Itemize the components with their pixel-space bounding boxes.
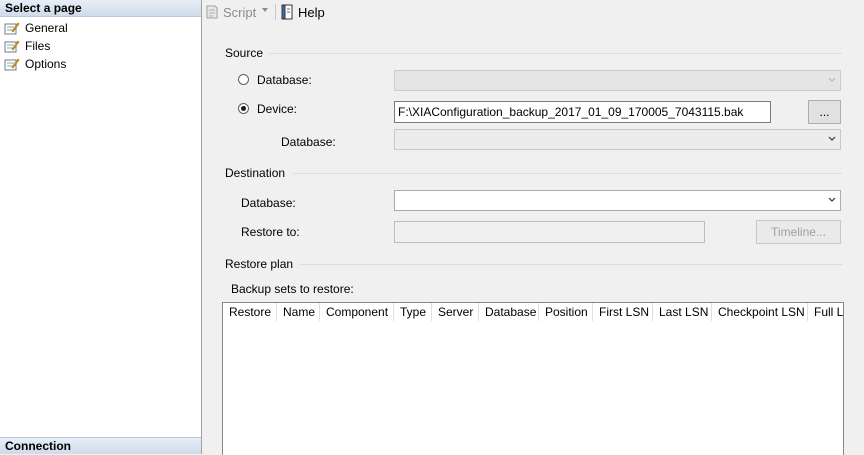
help-label: Help <box>298 4 325 20</box>
page-settings-icon <box>4 40 20 54</box>
script-button[interactable]: Script <box>204 3 256 21</box>
source-device-radio[interactable] <box>238 103 249 114</box>
help-icon <box>279 4 295 20</box>
toolbar: Script Help <box>202 0 864 25</box>
column-header-last-lsn[interactable]: Last LSN <box>653 303 712 321</box>
column-header-component[interactable]: Component <box>320 303 394 321</box>
restore-plan-group-line <box>297 264 842 265</box>
connection-header: Connection <box>0 437 201 454</box>
nav-item-general[interactable]: General <box>4 20 68 37</box>
source-group-title: Source <box>225 46 270 60</box>
chevron-down-icon <box>828 77 836 82</box>
page-selector-pane: Select a page General Files Options Conn… <box>0 0 202 454</box>
device-path-input[interactable]: F:\XIAConfiguration_backup_2017_01_09_17… <box>394 101 771 123</box>
column-header-restore[interactable]: Restore <box>223 303 277 321</box>
source-database-select[interactable] <box>394 129 841 150</box>
source-group-line <box>263 53 842 54</box>
column-header-server[interactable]: Server <box>432 303 479 321</box>
destination-group-line <box>293 173 842 174</box>
column-header-type[interactable]: Type <box>394 303 432 321</box>
column-header-name[interactable]: Name <box>277 303 320 321</box>
restore-to-label: Restore to: <box>241 225 300 239</box>
backup-sets-label: Backup sets to restore: <box>231 282 354 296</box>
source-database-combo <box>394 70 841 91</box>
source-database-radio[interactable] <box>238 74 249 85</box>
source-database-label: Database: <box>281 135 336 149</box>
script-icon <box>204 4 220 20</box>
backup-sets-grid[interactable]: Restore Name Component Type Server Datab… <box>222 302 844 455</box>
restore-database-content: Source Database: Device: F:\XIAConfigura… <box>203 25 864 455</box>
script-dropdown-arrow-icon[interactable] <box>262 8 268 12</box>
select-page-header: Select a page <box>0 0 201 17</box>
column-header-database[interactable]: Database <box>479 303 539 321</box>
column-header-first-lsn[interactable]: First LSN <box>593 303 653 321</box>
restore-to-input <box>394 221 705 243</box>
page-settings-icon <box>4 58 20 72</box>
chevron-down-icon <box>828 197 836 202</box>
chevron-down-icon <box>828 136 836 141</box>
destination-group-title: Destination <box>225 166 292 180</box>
nav-item-label: Files <box>25 39 51 53</box>
column-header-checkpoint-lsn[interactable]: Checkpoint LSN <box>712 303 808 321</box>
destination-database-label: Database: <box>241 196 296 210</box>
column-header-position[interactable]: Position <box>539 303 593 321</box>
page-settings-icon <box>4 22 20 36</box>
source-device-radio-label: Device: <box>257 102 298 116</box>
help-button[interactable]: Help <box>279 3 325 21</box>
nav-item-options[interactable]: Options <box>4 56 66 73</box>
column-header-full-lsn[interactable]: Full LSN <box>808 303 843 321</box>
restore-plan-group-title: Restore plan <box>225 257 300 271</box>
script-label: Script <box>223 4 257 20</box>
toolbar-divider <box>275 4 276 20</box>
source-database-radio-label: Database: <box>257 73 312 87</box>
destination-database-select[interactable] <box>394 190 841 211</box>
nav-item-files[interactable]: Files <box>4 38 50 55</box>
browse-device-button[interactable]: ... <box>808 100 841 124</box>
timeline-button: Timeline... <box>756 220 841 244</box>
nav-item-label: Options <box>25 57 67 71</box>
nav-item-label: General <box>25 21 68 35</box>
